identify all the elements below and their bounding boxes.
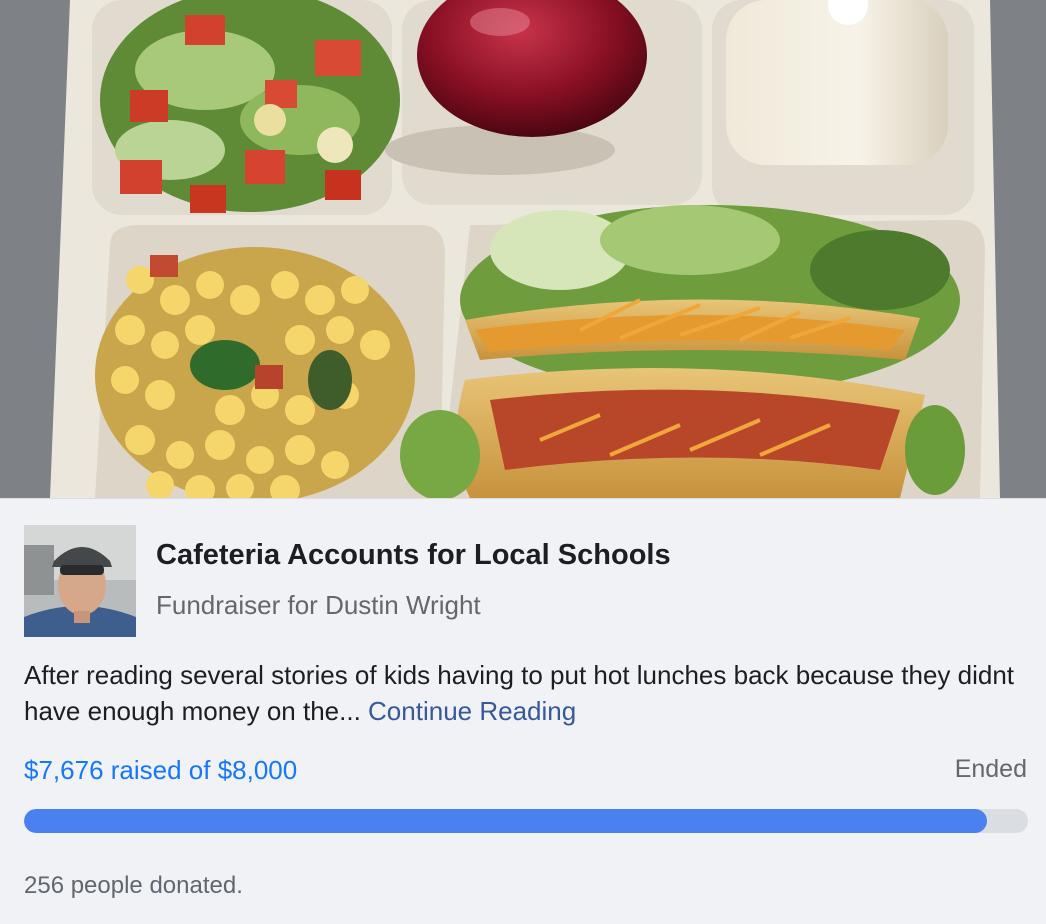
progress-bar (24, 809, 1028, 833)
status-label: Ended (954, 755, 1027, 783)
amount-raised: $7,676 raised of $8,000 (24, 755, 298, 785)
continue-reading-link[interactable]: Continue Reading (368, 696, 576, 726)
fundraiser-info: Cafeteria Accounts for Local Schools Fun… (0, 498, 1046, 924)
fundraiser-title[interactable]: Cafeteria Accounts for Local Schools (156, 539, 671, 572)
fundraiser-description: After reading several stories of kids ha… (24, 657, 1034, 729)
organizer-avatar[interactable] (24, 525, 136, 637)
cover-photo[interactable] (0, 0, 1046, 498)
fundraiser-card[interactable]: Cafeteria Accounts for Local Schools Fun… (0, 0, 1046, 924)
fundraiser-organizer: Fundraiser for Dustin Wright (156, 590, 481, 620)
donor-count: 256 people donated. (24, 872, 243, 899)
progress-bar-fill (24, 809, 988, 833)
